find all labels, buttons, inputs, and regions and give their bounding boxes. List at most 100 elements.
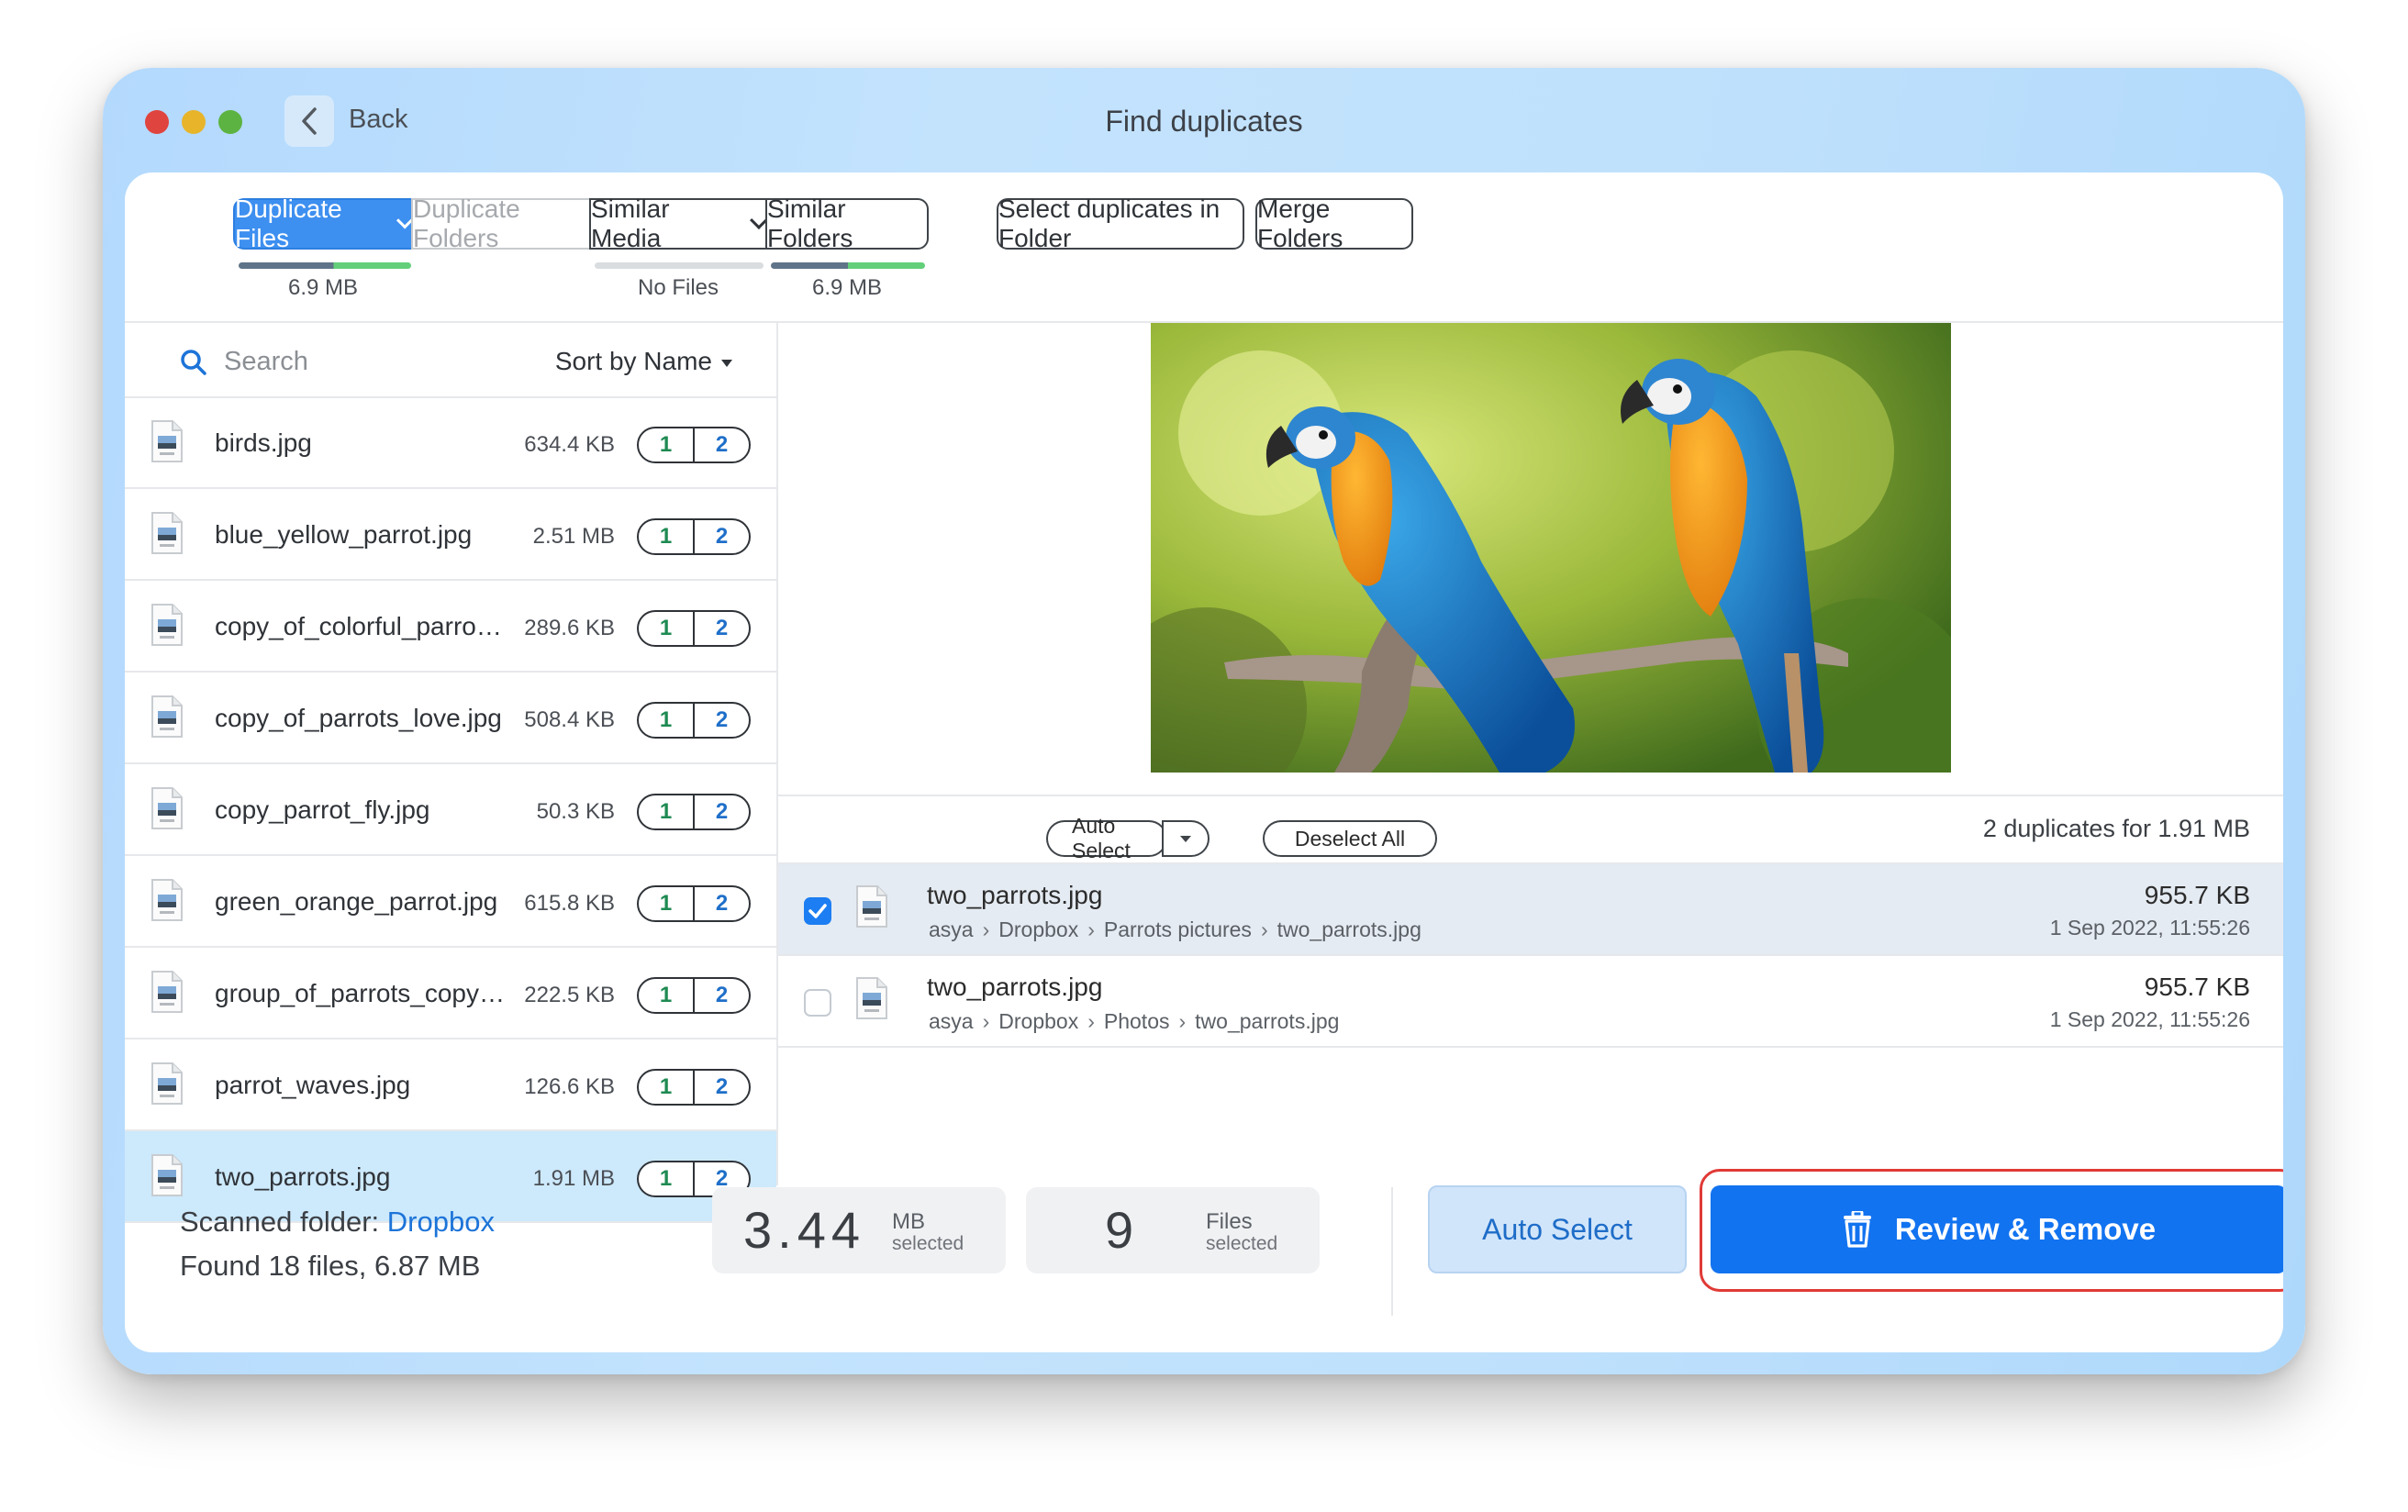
duplicate-checkbox[interactable] [804,989,831,1017]
file-size: 222.5 KB [524,983,615,1007]
tab-duplicate-folders-label: Duplicate Folders [413,195,520,252]
path-separator: › [982,917,990,941]
tab-similar-media[interactable]: Similar Media [589,195,768,252]
file-list-item[interactable]: copy_of_parrots_love.jpg 508.4 KB 1 2 [125,673,776,764]
scanned-folder-link[interactable]: Dropbox [387,1206,495,1238]
selected-count-box: 9 Files selected [1026,1187,1320,1273]
copies-badge: 12 [637,610,751,647]
auto-select-menu-button[interactable] [1162,820,1210,857]
path-segment: Photos [1103,1009,1170,1033]
scanned-folder-info: Scanned folder: Dropbox [180,1206,495,1239]
file-size: 615.8 KB [524,891,615,916]
selected-size-sub: selected [892,1233,964,1254]
path-separator: › [1178,1009,1187,1033]
selected-size-value: 3.44 [743,1201,865,1259]
window-title: Find duplicates [1105,105,1303,138]
checkmark-icon [808,904,827,918]
copy-count-1: 1 [639,1162,695,1195]
sort-dropdown[interactable]: Sort by Name [555,347,732,376]
selected-count-sub: selected [1206,1233,1278,1254]
search-bar: Search Sort by Name [125,323,776,396]
path-separator: › [1087,1009,1095,1033]
path-segment: Dropbox [998,1009,1079,1033]
select-duplicates-in-folder-button[interactable]: Select duplicates in Folder [997,195,1244,252]
sort-label: Sort by Name [554,347,712,375]
tab-similar-folders[interactable]: Similar Folders [765,195,929,252]
copies-badge: 12 [637,518,751,555]
path-separator: › [1260,917,1268,941]
duplicate-file-size: 955.7 KB [2144,881,2250,909]
trash-icon [1843,1211,1871,1248]
review-remove-label: Review & Remove [1894,1212,2157,1246]
jpg-file-icon [150,511,184,560]
auto-select-button[interactable]: Auto Select [1428,1185,1687,1273]
file-list-item[interactable]: copy_parrot_fly.jpg 50.3 KB 1 2 [125,764,776,856]
copy-count-2: 2 [715,891,729,916]
tab-similar-folders-label: Similar Folders [767,195,853,252]
file-size: 126.6 KB [524,1074,615,1099]
jpg-file-icon [150,603,184,651]
deselect-all-label: Deselect All [1294,826,1406,850]
file-list-item[interactable]: copy_of_colorful_parro… 289.6 KB 1 2 [125,581,776,673]
jpg-file-icon [150,970,184,1018]
file-list-item[interactable]: blue_yellow_parrot.jpg 2.51 MB 1 2 [125,489,776,581]
path-separator: › [982,1009,990,1033]
file-list-item[interactable]: parrot_waves.jpg 126.6 KB 1 2 [125,1040,776,1131]
selected-count-unit: Files [1206,1209,1253,1234]
duplicate-files-size: 6.9 MB [287,275,359,300]
search-icon[interactable] [180,349,207,376]
merge-folders-button[interactable]: Merge Folders [1255,195,1413,252]
file-list-item[interactable]: group_of_parrots_copy… 222.5 KB 1 2 [125,948,776,1040]
duplicate-file-date: 1 Sep 2022, 11:55:26 [2049,916,2250,939]
file-name: two_parrots.jpg [215,1162,391,1191]
path-segment: asya [929,1009,974,1033]
file-size: 289.6 KB [524,616,615,640]
copies-badge: 12 [637,885,751,922]
deselect-all-button[interactable]: Deselect All [1263,820,1437,857]
copy-count-2: 2 [715,1074,729,1099]
file-list-item[interactable]: green_orange_parrot.jpg 615.8 KB 1 2 [125,856,776,948]
review-remove-button[interactable]: Review & Remove [1711,1185,2283,1273]
duplicate-file-date: 1 Sep 2022, 11:55:26 [2049,1007,2250,1031]
similar-media-size: No Files [637,275,719,300]
path-segment: two_parrots.jpg [1195,1009,1340,1033]
file-name: green_orange_parrot.jpg [215,887,498,916]
selected-size-unit: MB [892,1209,925,1234]
duplicate-row[interactable]: two_parrots.jpg asya › Dropbox › Photos › two_p… [778,956,2283,1048]
copy-count-1: 1 [639,704,695,737]
copies-badge: 12 [637,702,751,739]
duplicate-checkbox[interactable] [804,897,831,925]
file-list-item[interactable]: birds.jpg 634.4 KB 1 2 [125,397,776,489]
search-input[interactable]: Search [224,347,308,377]
copy-count-2: 2 [715,983,729,1007]
similar-folders-size: 6.9 MB [811,275,883,300]
tab-duplicate-files-label: Duplicate Files [235,195,342,252]
copy-count-1: 1 [639,887,695,920]
app-window: Back Find duplicates Duplicate Files Dup… [103,68,2305,1374]
scanned-folder-label: Scanned folder: [180,1206,380,1238]
file-name: blue_yellow_parrot.jpg [215,520,473,549]
file-size: 1.91 MB [532,1166,615,1191]
jpg-file-icon [150,419,184,468]
duplicate-row[interactable]: two_parrots.jpg asya › Dropbox › Parrots pict… [778,864,2283,956]
file-name: copy_of_parrots_love.jpg [215,704,502,732]
tab-duplicate-folders[interactable]: Duplicate Folders [411,195,591,252]
duplicate-file-path: asya › Dropbox › Photos › two_parrots.jpg [929,1009,1339,1034]
selected-size-box: 3.44 MB selected [712,1187,1006,1273]
main-panel: Duplicate Files Duplicate Folders Simila… [125,172,2283,1352]
copy-count-2: 2 [715,432,729,457]
jpg-file-icon [150,1062,184,1110]
path-segment: two_parrots.jpg [1276,917,1421,941]
copies-badge: 12 [637,977,751,1014]
copy-count-1: 1 [639,1071,695,1104]
jpg-file-icon [855,976,888,1025]
duplicate-file-name: two_parrots.jpg [927,881,1103,909]
auto-select-split-button[interactable]: Auto Select [1046,814,1167,862]
copy-count-2: 2 [715,524,729,549]
preview-divider [778,795,2283,796]
copy-count-1: 1 [639,428,695,461]
file-size: 508.4 KB [524,707,615,732]
tab-duplicate-files[interactable]: Duplicate Files [233,195,415,252]
image-preview [1151,323,1951,773]
copy-count-2: 2 [715,799,729,824]
